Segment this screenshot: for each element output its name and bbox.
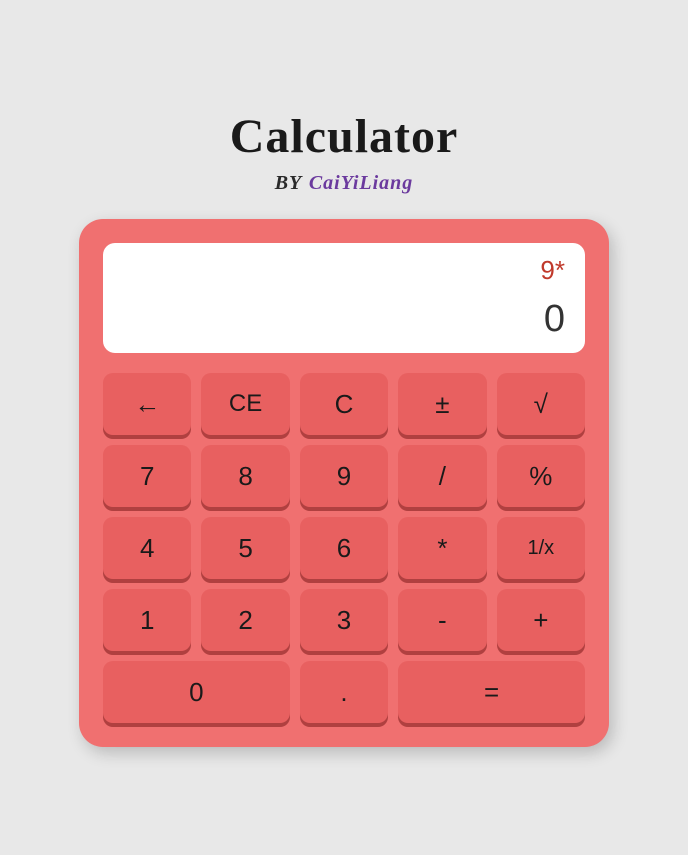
calculator: 9* 0 ← CE C ± √ 7 8 9 / % 4 5 6 * 1/x 1 … [79,219,609,747]
four-button[interactable]: 4 [103,517,191,579]
equals-button[interactable]: = [398,661,585,723]
ce-button[interactable]: CE [201,373,289,435]
five-button[interactable]: 5 [201,517,289,579]
three-button[interactable]: 3 [300,589,388,651]
sqrt-button[interactable]: √ [497,373,585,435]
eight-button[interactable]: 8 [201,445,289,507]
multiply-button[interactable]: * [398,517,486,579]
two-button[interactable]: 2 [201,589,289,651]
decimal-button[interactable]: . [300,661,388,723]
plusminus-button[interactable]: ± [398,373,486,435]
backspace-button[interactable]: ← [103,373,191,435]
divide-button[interactable]: / [398,445,486,507]
six-button[interactable]: 6 [300,517,388,579]
display: 9* 0 [103,243,585,353]
subtract-button[interactable]: - [398,589,486,651]
subtitle: BY CaiYiLiang [275,172,414,195]
page-title: Calculator [230,109,459,164]
percent-button[interactable]: % [497,445,585,507]
seven-button[interactable]: 7 [103,445,191,507]
display-expression: 9* [540,255,565,286]
subtitle-by: BY [275,172,303,194]
clear-button[interactable]: C [300,373,388,435]
add-button[interactable]: + [497,589,585,651]
subtitle-author: CaiYiLiang [309,172,413,194]
display-result: 0 [544,298,565,341]
nine-button[interactable]: 9 [300,445,388,507]
reciprocal-button[interactable]: 1/x [497,517,585,579]
one-button[interactable]: 1 [103,589,191,651]
zero-button[interactable]: 0 [103,661,290,723]
buttons-grid: ← CE C ± √ 7 8 9 / % 4 5 6 * 1/x 1 2 3 -… [103,373,585,723]
